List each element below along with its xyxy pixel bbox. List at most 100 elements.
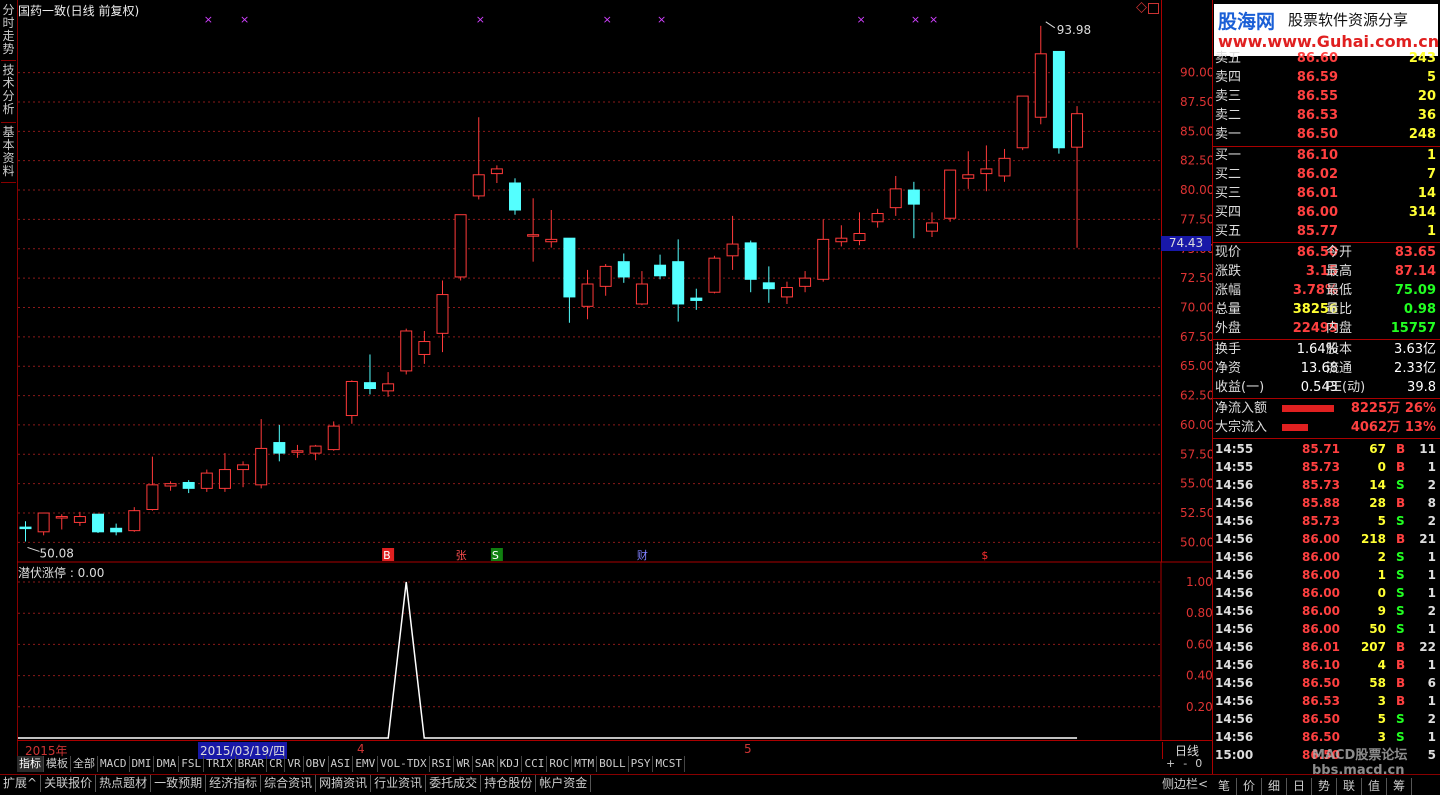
bottom-tab-9[interactable]: 持仓股份	[481, 775, 537, 792]
indicator-tab-macd[interactable]: MACD	[98, 756, 130, 772]
sell-level-3[interactable]: 卖三 86.55 20	[1214, 88, 1438, 106]
buy-level-2[interactable]: 买二 86.02 7	[1214, 166, 1438, 184]
candle[interactable]	[363, 354, 376, 395]
tick-row[interactable]: 14:56 86.50 5 S 2	[1214, 710, 1438, 728]
candle[interactable]	[853, 212, 866, 246]
candle[interactable]	[889, 175, 902, 216]
indicator-tab-dmi[interactable]: DMI	[130, 756, 155, 772]
candle[interactable]	[871, 208, 884, 228]
tick-row[interactable]: 14:56 86.00 1 S 1	[1214, 566, 1438, 584]
indicator-tab-brar[interactable]: BRAR	[236, 756, 268, 772]
event-marker-s[interactable]: S	[490, 548, 503, 562]
indicator-tab-kdj[interactable]: KDJ	[498, 756, 523, 772]
tick-row[interactable]: 14:56 85.73 5 S 2	[1214, 512, 1438, 530]
side-bottom-tab-5[interactable]: 联	[1337, 778, 1362, 795]
buy-level-1[interactable]: 买一 86.10 1	[1214, 147, 1438, 165]
bottom-tab-0[interactable]: 扩展^	[0, 775, 42, 792]
indicator-tab-wr[interactable]: WR	[454, 756, 473, 772]
indicator-tab-mcst[interactable]: MCST	[653, 756, 685, 772]
candle[interactable]	[345, 380, 358, 424]
candle[interactable]	[509, 178, 522, 215]
candle[interactable]	[835, 225, 848, 247]
tick-row[interactable]: 14:55 85.71 67 B 11	[1214, 440, 1438, 458]
indicator-tab-emv[interactable]: EMV	[353, 756, 379, 772]
candle[interactable]	[672, 239, 685, 322]
buy-level-3[interactable]: 买三 86.01 14	[1214, 185, 1438, 203]
candle[interactable]	[454, 214, 467, 281]
candle[interactable]	[1016, 95, 1029, 151]
indicator-tab-全部[interactable]: 全部	[71, 756, 98, 772]
candle[interactable]	[255, 419, 268, 489]
candle[interactable]	[37, 512, 50, 536]
bottom-tab-3[interactable]: 一致预期	[151, 775, 207, 792]
bottom-tab-7[interactable]: 行业资讯	[371, 775, 427, 792]
tick-row[interactable]: 14:56 86.50 58 B 6	[1214, 674, 1438, 692]
buy-level-4[interactable]: 买四 86.00 314	[1214, 204, 1438, 222]
indicator-tab-roc[interactable]: ROC	[547, 756, 573, 772]
event-marker-cai[interactable]: 财	[637, 548, 648, 562]
bottom-tab-4[interactable]: 经济指标	[206, 775, 262, 792]
candlestick-chart[interactable]: 90.0087.5085.0082.5080.0077.5075.0072.50…	[0, 0, 1212, 740]
tick-row[interactable]: 14:56 85.73 14 S 2	[1214, 476, 1438, 494]
tick-row[interactable]: 14:56 86.00 9 S 2	[1214, 602, 1438, 620]
bottom-tab-10[interactable]: 帐户资金	[536, 775, 592, 792]
candle[interactable]	[382, 372, 395, 397]
indicator-tab-rsi[interactable]: RSI	[430, 756, 455, 772]
candle[interactable]	[1034, 25, 1047, 125]
candle[interactable]	[472, 117, 485, 200]
candle[interactable]	[817, 219, 830, 282]
bottom-tab-1[interactable]: 关联报价	[41, 775, 97, 792]
candle[interactable]	[164, 481, 177, 491]
candle[interactable]	[400, 328, 413, 375]
candle[interactable]	[926, 212, 938, 238]
buy-level-5[interactable]: 买五 85.77 1	[1214, 223, 1438, 241]
candle[interactable]	[309, 444, 322, 461]
candle[interactable]	[92, 513, 105, 533]
candle[interactable]	[327, 421, 340, 451]
candle[interactable]	[490, 165, 503, 183]
side-bottom-tab-6[interactable]: 值	[1362, 778, 1387, 795]
indicator-tab-vol-tdx[interactable]: VOL-TDX	[378, 756, 430, 772]
indicator-tab-mtm[interactable]: MTM	[572, 756, 598, 772]
sell-level-1[interactable]: 卖一 86.50 248	[1214, 126, 1438, 144]
sell-level-5[interactable]: 卖五 86.60 243	[1214, 50, 1438, 68]
side-bottom-tab-3[interactable]: 日	[1287, 778, 1312, 795]
zoom-out-button[interactable]: -	[1183, 757, 1187, 770]
indicator-tab-boll[interactable]: BOLL	[597, 756, 629, 772]
candle[interactable]	[780, 281, 793, 304]
candle[interactable]	[599, 264, 612, 296]
zoom-reset-button[interactable]: 0	[1195, 757, 1202, 770]
candle[interactable]	[581, 269, 594, 320]
candle[interactable]	[799, 271, 812, 293]
tick-row[interactable]: 14:56 86.01 207 B 22	[1214, 638, 1438, 656]
candle[interactable]	[19, 521, 32, 542]
bottom-tab-8[interactable]: 委托成交	[426, 775, 482, 792]
candle[interactable]	[1052, 50, 1065, 154]
indicator-tab-cci[interactable]: CCI	[522, 756, 548, 772]
candle[interactable]	[436, 280, 449, 353]
tick-row[interactable]: 14:56 86.00 218 B 21	[1214, 530, 1438, 548]
side-bottom-tab-1[interactable]: 价	[1237, 778, 1262, 795]
sell-level-2[interactable]: 卖二 86.53 36	[1214, 107, 1438, 125]
tick-row[interactable]: 14:56 86.00 0 S 1	[1214, 584, 1438, 602]
indicator-tab-sar[interactable]: SAR	[473, 756, 498, 772]
candle[interactable]	[563, 237, 576, 323]
indicator-tab-asi[interactable]: ASI	[329, 756, 354, 772]
candle[interactable]	[998, 148, 1011, 182]
candle[interactable]	[128, 507, 141, 532]
candle[interactable]	[1071, 106, 1084, 248]
indicator-tab-cr[interactable]: CR	[267, 756, 286, 772]
candle[interactable]	[690, 288, 703, 310]
candle[interactable]	[762, 266, 775, 303]
candle[interactable]	[708, 255, 721, 294]
bottom-tab-5[interactable]: 综合资讯	[261, 775, 317, 792]
candle[interactable]	[110, 523, 123, 536]
candle[interactable]	[182, 480, 195, 494]
candle[interactable]	[726, 215, 739, 270]
sell-level-4[interactable]: 卖四 86.59 5	[1214, 69, 1438, 87]
indicator-tab-dma[interactable]: DMA	[154, 756, 180, 772]
candle[interactable]	[527, 198, 540, 262]
side-bottom-tab-4[interactable]: 势	[1312, 778, 1337, 795]
candle[interactable]	[273, 424, 286, 462]
event-marker-zhang[interactable]: 张	[456, 549, 467, 562]
